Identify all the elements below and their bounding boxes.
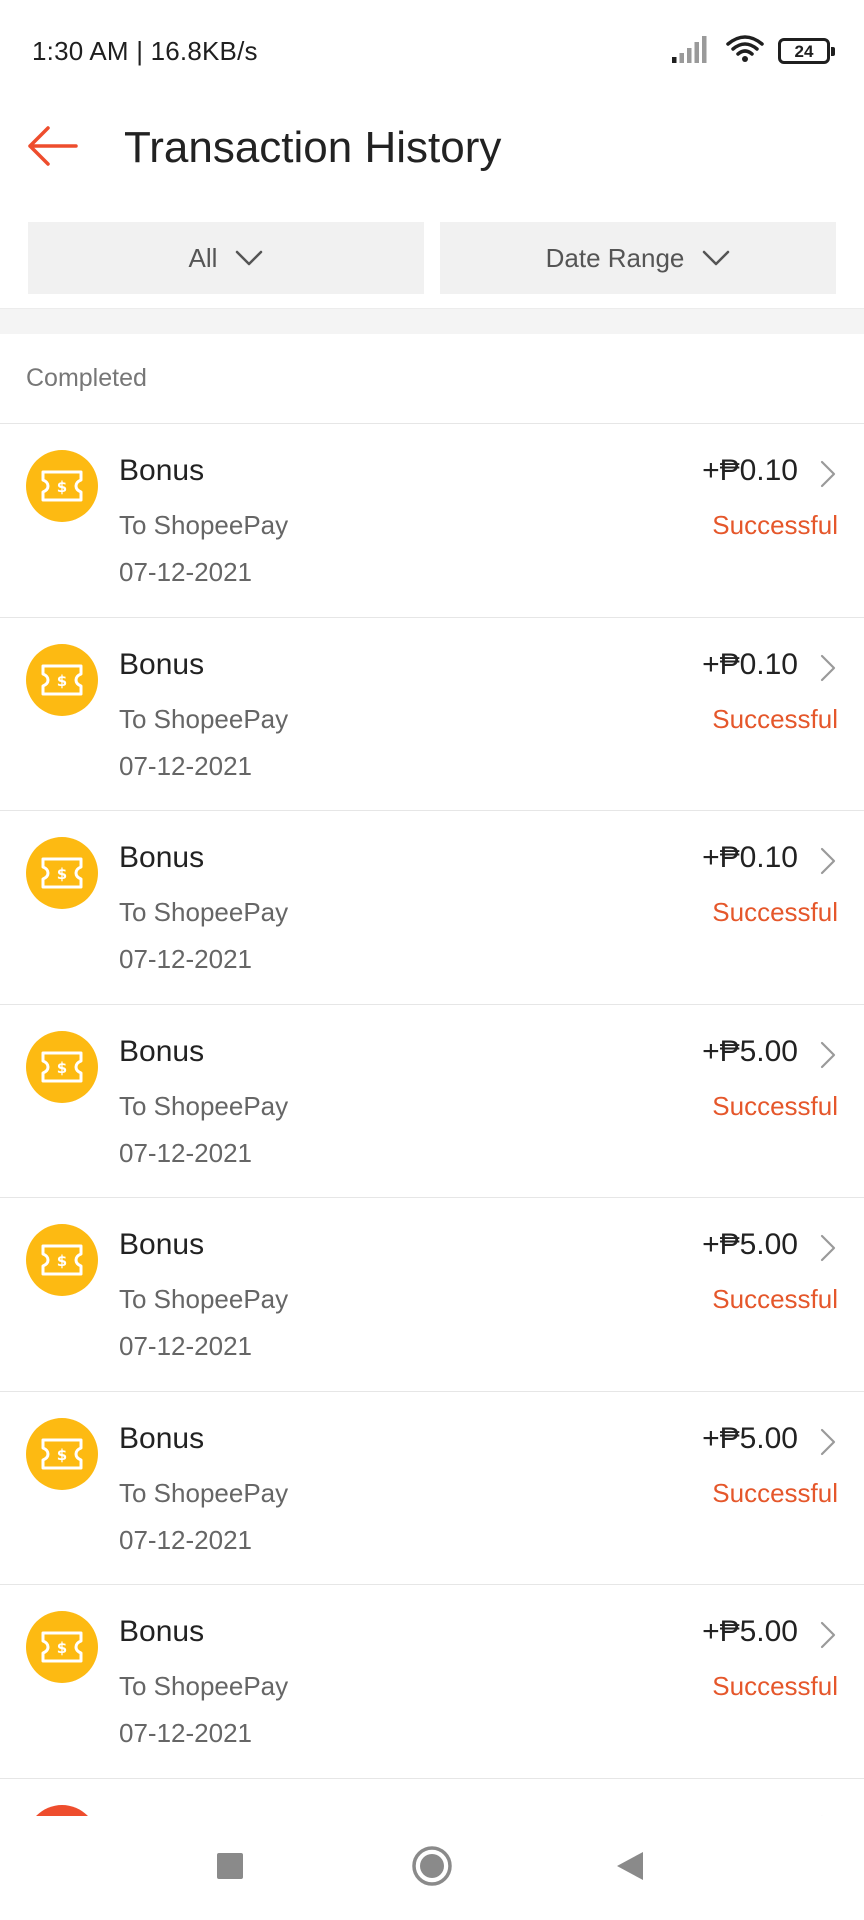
app-header: Transaction History — [0, 104, 864, 218]
transaction-destination: To ShopeePay — [119, 510, 289, 540]
svg-text:$: $ — [57, 1639, 67, 1657]
triangle-back-icon — [615, 1850, 645, 1887]
transaction-row[interactable]: $ Bonus To ShopeePay 07-12-2021 +₱5.00 S… — [0, 1198, 864, 1392]
transaction-date: 07-12-2021 — [119, 944, 252, 974]
status-bar: 1:30 AM | 16.8KB/s 24 — [0, 0, 864, 104]
transaction-amount: +₱0.10 — [702, 647, 798, 681]
transaction-title: Bonus — [119, 1421, 205, 1455]
transaction-status: Successful — [712, 1477, 838, 1508]
chevron-down-icon — [702, 249, 730, 267]
transaction-title: Bonus — [119, 1034, 205, 1068]
transaction-destination: To ShopeePay — [119, 703, 289, 734]
transaction-destination: To ShopeePay — [119, 1090, 289, 1121]
ticket-dollar-icon: $ — [26, 1224, 98, 1296]
system-nav-bar — [0, 1816, 864, 1920]
type-filter-label: All — [188, 242, 218, 273]
square-icon — [215, 1851, 245, 1886]
chevron-right-icon — [820, 1428, 836, 1461]
transaction-list: $ Bonus To ShopeePay 07-12-2021 +₱0.10 S… — [0, 424, 864, 1877]
transaction-title: Bonus — [119, 1615, 205, 1648]
svg-text:$: $ — [57, 1252, 67, 1270]
transaction-amount: +₱0.10 — [702, 454, 798, 487]
transaction-row[interactable]: $ Bonus To ShopeePay 07-12-2021 +₱5.00 S… — [0, 1392, 864, 1585]
page-title: Transaction History — [124, 123, 502, 172]
svg-text:$: $ — [57, 865, 67, 883]
battery-level: 24 — [794, 41, 814, 61]
transaction-date: 07-12-2021 — [119, 750, 252, 781]
transaction-amount: +₱5.00 — [702, 1228, 798, 1261]
transaction-status: Successful — [712, 897, 838, 927]
back-nav-button[interactable] — [578, 1816, 682, 1920]
svg-text:$: $ — [57, 1059, 67, 1077]
arrow-left-icon — [26, 125, 78, 171]
svg-text:$: $ — [57, 478, 67, 496]
transaction-row[interactable]: $ Bonus To ShopeePay 07-12-2021 +₱5.00 S… — [0, 1585, 864, 1779]
ticket-dollar-icon: $ — [26, 643, 98, 716]
transaction-destination: To ShopeePay — [119, 1284, 289, 1314]
transaction-date: 07-12-2021 — [119, 1137, 252, 1168]
date-range-dropdown[interactable]: Date Range — [440, 222, 836, 294]
battery-icon: 24 — [778, 38, 835, 64]
transaction-destination: To ShopeePay — [119, 897, 289, 927]
chevron-right-icon — [820, 654, 836, 687]
transaction-title: Bonus — [119, 841, 205, 874]
transaction-date: 07-12-2021 — [119, 1524, 252, 1555]
transaction-status: Successful — [712, 1671, 838, 1701]
chevron-right-icon — [820, 1234, 836, 1267]
transaction-status: Successful — [712, 1090, 838, 1121]
svg-text:$: $ — [57, 672, 67, 690]
recent-apps-button[interactable] — [178, 1816, 282, 1920]
transaction-date: 07-12-2021 — [119, 557, 252, 587]
transaction-status: Successful — [712, 703, 838, 734]
signal-icon — [672, 35, 712, 68]
svg-text:$: $ — [57, 1446, 67, 1464]
transaction-row[interactable]: $ Bonus To ShopeePay 07-12-2021 +₱0.10 S… — [0, 424, 864, 618]
screen: 1:30 AM | 16.8KB/s 24 Transaction Histor… — [0, 0, 864, 1920]
transaction-title: Bonus — [119, 1228, 205, 1261]
transaction-destination: To ShopeePay — [119, 1671, 289, 1701]
transaction-amount: +₱5.00 — [702, 1034, 798, 1068]
transaction-amount: +₱5.00 — [702, 1615, 798, 1648]
transaction-destination: To ShopeePay — [119, 1477, 289, 1508]
transaction-row[interactable]: $ Bonus To ShopeePay 07-12-2021 +₱0.10 S… — [0, 811, 864, 1005]
section-separator — [0, 308, 864, 334]
ticket-dollar-icon: $ — [26, 1611, 98, 1683]
status-icons: 24 — [672, 34, 835, 68]
home-circle-icon — [411, 1845, 453, 1892]
chevron-right-icon — [820, 1041, 836, 1074]
back-button[interactable] — [22, 118, 82, 178]
ticket-dollar-icon: $ — [26, 837, 98, 909]
transaction-status: Successful — [712, 1284, 838, 1314]
transaction-date: 07-12-2021 — [119, 1718, 252, 1748]
transaction-row[interactable]: $ Bonus To ShopeePay 07-12-2021 +₱0.10 S… — [0, 618, 864, 811]
home-button[interactable] — [380, 1816, 484, 1920]
ticket-dollar-icon: $ — [26, 1417, 98, 1490]
ticket-dollar-icon: $ — [26, 1030, 98, 1103]
ticket-dollar-icon: $ — [26, 450, 98, 522]
transaction-status: Successful — [712, 510, 838, 540]
transaction-amount: +₱0.10 — [702, 841, 798, 874]
chevron-right-icon — [820, 460, 836, 493]
transaction-row[interactable]: $ Bonus To ShopeePay 07-12-2021 +₱5.00 S… — [0, 1005, 864, 1198]
filter-row: All Date Range — [28, 222, 836, 294]
chevron-right-icon — [820, 1621, 836, 1654]
status-time-speed: 1:30 AM | 16.8KB/s — [32, 36, 258, 66]
type-filter-dropdown[interactable]: All — [28, 222, 424, 294]
chevron-down-icon — [235, 249, 263, 267]
transaction-date: 07-12-2021 — [119, 1331, 252, 1361]
chevron-right-icon — [820, 847, 836, 880]
transaction-title: Bonus — [119, 647, 205, 681]
section-label: Completed — [26, 364, 147, 392]
transaction-amount: +₱5.00 — [702, 1421, 798, 1455]
date-range-label: Date Range — [545, 242, 685, 273]
transaction-title: Bonus — [119, 454, 205, 487]
wifi-icon — [726, 34, 764, 68]
